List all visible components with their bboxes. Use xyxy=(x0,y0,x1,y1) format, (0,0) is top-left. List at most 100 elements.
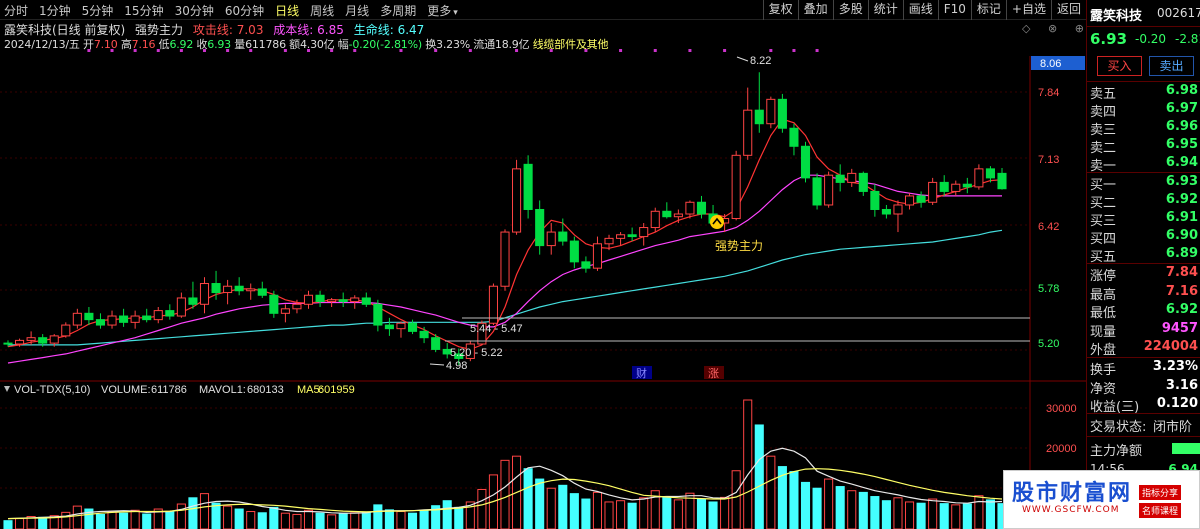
candle[interactable] xyxy=(130,310,140,329)
candle[interactable] xyxy=(523,155,533,219)
candle[interactable] xyxy=(939,175,949,196)
candle[interactable] xyxy=(743,87,753,160)
candle[interactable] xyxy=(234,277,244,296)
indicator-name[interactable]: 强势主力 xyxy=(135,23,183,37)
f10-button[interactable]: F10 xyxy=(937,0,971,20)
period-tab-multi[interactable]: 多周期 xyxy=(380,2,416,19)
candle[interactable] xyxy=(731,150,741,221)
candles[interactable] xyxy=(3,72,1007,365)
volume-bar xyxy=(269,506,279,529)
candle[interactable] xyxy=(800,141,811,183)
overlay-button[interactable]: 叠加 xyxy=(797,0,833,20)
period-tab-more[interactable]: 更多 ▾ xyxy=(427,2,458,19)
asks-row: 卖四 6.97 xyxy=(1090,101,1200,120)
candle[interactable] xyxy=(257,281,267,298)
candle[interactable] xyxy=(974,164,984,190)
sector-value[interactable]: 线缆部件及其他 xyxy=(533,38,609,51)
multi-stock-button[interactable]: 多股 xyxy=(832,0,868,20)
candle[interactable] xyxy=(165,304,175,320)
period-tab-60min[interactable]: 60分钟 xyxy=(225,2,264,19)
candle[interactable] xyxy=(569,236,579,269)
candle[interactable] xyxy=(500,229,510,291)
candle[interactable] xyxy=(84,306,94,326)
candle[interactable] xyxy=(962,177,972,194)
period-tab-30min[interactable]: 30分钟 xyxy=(175,2,214,19)
candle[interactable] xyxy=(812,173,822,210)
period-tab-5min[interactable]: 5分钟 xyxy=(82,2,114,19)
candle[interactable] xyxy=(119,308,129,327)
period-tab-monthly[interactable]: 月线 xyxy=(345,2,369,19)
candle[interactable] xyxy=(824,171,834,208)
candle[interactable] xyxy=(904,193,915,210)
mark-button[interactable]: 标记 xyxy=(970,0,1006,20)
draw-line-button[interactable]: 画线 xyxy=(902,0,938,20)
candle[interactable] xyxy=(153,306,163,324)
candle[interactable] xyxy=(581,256,591,273)
candle[interactable] xyxy=(616,232,626,246)
candle[interactable] xyxy=(280,304,290,323)
candle[interactable] xyxy=(361,292,371,307)
candle[interactable] xyxy=(95,313,106,329)
candle[interactable] xyxy=(893,200,903,233)
zoom-icon[interactable]: ⊕ xyxy=(1075,22,1084,35)
add-watchlist-button[interactable]: +自选 xyxy=(1005,0,1051,20)
candle[interactable] xyxy=(639,223,649,246)
candle[interactable] xyxy=(199,277,210,314)
candle[interactable] xyxy=(350,295,360,309)
volume-bars[interactable] xyxy=(3,399,1007,529)
back-button[interactable]: 返回 xyxy=(1050,0,1086,20)
fuquan-button[interactable]: 复权 xyxy=(762,0,798,20)
period-tab-weekly[interactable]: 周线 xyxy=(310,2,334,19)
candle[interactable] xyxy=(754,72,764,133)
candle[interactable] xyxy=(766,96,776,129)
buy-button[interactable]: 买入 xyxy=(1097,56,1142,76)
candle[interactable] xyxy=(488,283,498,326)
candle[interactable] xyxy=(951,180,961,196)
candle[interactable] xyxy=(176,292,186,318)
candle[interactable] xyxy=(881,204,891,219)
volume-bar xyxy=(535,478,545,529)
candle[interactable] xyxy=(535,200,545,255)
candle[interactable] xyxy=(223,279,233,305)
candle[interactable] xyxy=(592,236,603,271)
candle[interactable] xyxy=(916,191,926,208)
volume-label: 量 xyxy=(234,38,246,51)
candle[interactable] xyxy=(512,159,522,235)
candle[interactable] xyxy=(419,326,429,344)
candle[interactable] xyxy=(928,177,938,205)
candle[interactable] xyxy=(650,207,660,233)
candle[interactable] xyxy=(303,290,314,309)
candle[interactable] xyxy=(396,321,406,338)
candle[interactable] xyxy=(61,322,71,338)
candle[interactable] xyxy=(72,308,82,329)
period-tab-15min[interactable]: 15分钟 xyxy=(124,2,163,19)
candle[interactable] xyxy=(107,310,117,329)
candle[interactable] xyxy=(246,283,256,300)
candle[interactable] xyxy=(858,171,868,196)
diamond-icon[interactable]: ◇ xyxy=(1022,22,1030,35)
candle[interactable] xyxy=(315,290,325,307)
period-tab-daily[interactable]: 日线 xyxy=(275,2,299,19)
candle[interactable] xyxy=(627,227,637,242)
candle[interactable] xyxy=(338,292,348,307)
period-tab-1min[interactable]: 1分钟 xyxy=(39,2,71,19)
candle[interactable] xyxy=(777,93,787,133)
candle[interactable] xyxy=(142,308,152,323)
close-circle-icon[interactable]: ⊗ xyxy=(1048,22,1057,35)
candle[interactable] xyxy=(997,167,1007,190)
candle[interactable] xyxy=(188,281,198,309)
candle[interactable] xyxy=(546,223,556,255)
candle[interactable] xyxy=(835,164,845,192)
candle[interactable] xyxy=(789,123,799,156)
candle[interactable] xyxy=(269,290,279,318)
sell-button[interactable]: 卖出 xyxy=(1149,56,1194,76)
kline-chart[interactable]: 5.44 - 5.47 5.20 - 5.22 4.98 8.22 强势主力 财… xyxy=(0,0,1086,529)
candle[interactable] xyxy=(847,168,857,187)
candle[interactable] xyxy=(384,317,394,336)
stats-button[interactable]: 统计 xyxy=(867,0,903,20)
volume-bar xyxy=(315,512,325,529)
side-divider xyxy=(1087,81,1200,82)
candle[interactable] xyxy=(373,299,383,332)
period-tab-fenshi[interactable]: 分时 xyxy=(4,2,28,19)
candle[interactable] xyxy=(662,202,672,219)
